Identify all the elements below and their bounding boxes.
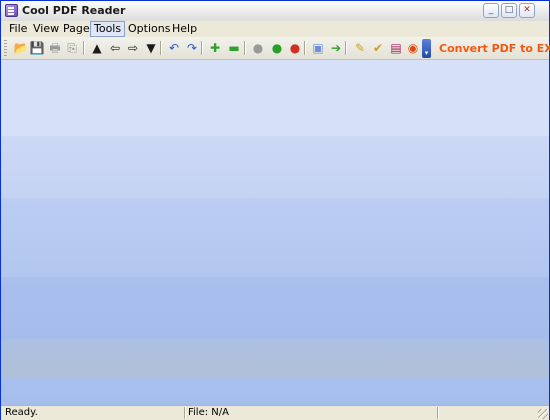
resize-grip[interactable] bbox=[538, 409, 548, 419]
file-status: File: N/A bbox=[188, 407, 229, 418]
checkmark-icon[interactable]: ✔ bbox=[370, 40, 386, 56]
app-window: Cool PDF Reader _ □ ✕ File View Page Too… bbox=[0, 0, 550, 420]
maximize-button[interactable]: □ bbox=[501, 3, 517, 18]
page-view-icon[interactable]: ▣ bbox=[310, 40, 326, 56]
menu-page[interactable]: Page bbox=[60, 22, 93, 36]
menu-bar: File View Page Tools Options Help bbox=[1, 21, 549, 37]
menu-options[interactable]: Options bbox=[125, 22, 173, 36]
previous-page-icon[interactable]: ⇦ bbox=[107, 40, 123, 56]
close-button[interactable]: ✕ bbox=[519, 3, 535, 18]
menu-view[interactable]: View bbox=[30, 22, 62, 36]
save-icon[interactable]: 💾 bbox=[29, 40, 45, 56]
status-bar: Ready. File: N/A bbox=[1, 405, 549, 420]
print-icon[interactable]: 🖶 bbox=[47, 40, 63, 56]
status-divider bbox=[184, 407, 185, 419]
app-icon bbox=[5, 4, 18, 17]
zoom-in-icon[interactable]: ✚ bbox=[207, 40, 223, 56]
menu-tools[interactable]: Tools bbox=[90, 21, 126, 37]
document-view[interactable] bbox=[1, 60, 549, 405]
rotate-right-icon[interactable]: ↷ bbox=[184, 40, 200, 56]
go-icon[interactable]: ➔ bbox=[328, 40, 344, 56]
green-light-icon[interactable]: ● bbox=[269, 40, 285, 56]
toolbar-separator bbox=[160, 41, 161, 55]
toolbar-separator bbox=[244, 41, 245, 55]
convert-pdf-to-exe-link[interactable]: Convert PDF to EXE? bbox=[439, 42, 550, 55]
status-divider bbox=[437, 407, 438, 419]
window-title: Cool PDF Reader bbox=[22, 4, 126, 17]
toolbar-separator bbox=[304, 41, 305, 55]
menu-file[interactable]: File bbox=[6, 22, 30, 36]
toolbar-separator bbox=[83, 41, 84, 55]
toolbar-overflow-button[interactable]: ▾ bbox=[422, 39, 431, 58]
last-page-icon[interactable]: ▼ bbox=[143, 40, 159, 56]
title-bar[interactable]: Cool PDF Reader _ □ ✕ bbox=[1, 1, 549, 22]
gray-light-icon[interactable]: ● bbox=[250, 40, 266, 56]
copy-icon[interactable]: ⎘ bbox=[64, 40, 80, 56]
first-page-icon[interactable]: ▲ bbox=[89, 40, 105, 56]
minimize-button[interactable]: _ bbox=[483, 3, 499, 18]
open-file-icon[interactable]: 📂 bbox=[13, 40, 29, 56]
pdf-icon[interactable]: ◉ bbox=[405, 40, 421, 56]
toolbar-separator bbox=[345, 41, 346, 55]
settings-icon[interactable]: ✎ bbox=[352, 40, 368, 56]
red-light-icon[interactable]: ● bbox=[287, 40, 303, 56]
menu-help[interactable]: Help bbox=[169, 22, 200, 36]
toolbar-separator bbox=[201, 41, 202, 55]
toolbar: 📂 💾 🖶 ⎘ ▲ ⇦ ⇨ ▼ ↶ ↷ ✚ ▬ ● ● ● ▣ ➔ ✎ ✔ ▤ ◉ ▾ Convert PDF to E… bbox=[1, 37, 550, 60]
next-page-icon[interactable]: ⇨ bbox=[125, 40, 141, 56]
rotate-left-icon[interactable]: ↶ bbox=[166, 40, 182, 56]
zoom-out-icon[interactable]: ▬ bbox=[226, 40, 242, 56]
book-icon[interactable]: ▤ bbox=[388, 40, 404, 56]
toolbar-grip[interactable] bbox=[4, 40, 7, 56]
status-text: Ready. bbox=[5, 407, 38, 418]
